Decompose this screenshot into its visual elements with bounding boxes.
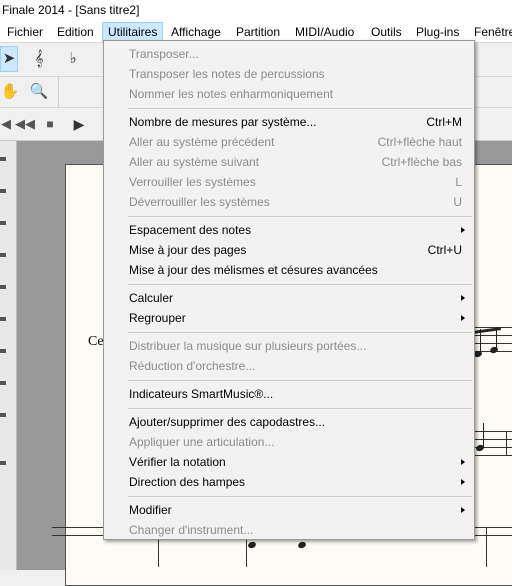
menu-item-mise-a-jour-des-pages[interactable]: Mise à jour des pages Ctrl+U xyxy=(104,240,474,260)
menu-separator xyxy=(128,216,472,217)
submenu-arrow-icon xyxy=(461,479,465,485)
menu-item-transposer[interactable]: Transposer... xyxy=(104,44,474,64)
menu-item-verifier-la-notation[interactable]: Vérifier la notation xyxy=(104,452,474,472)
menu-item-label: Mise à jour des pages xyxy=(129,243,247,257)
menu-item-label: Aller au système précédent xyxy=(129,135,275,149)
menu-item-calculer[interactable]: Calculer xyxy=(104,288,474,308)
menu-item-verrouiller-les-systemes[interactable]: Verrouiller les systèmes L xyxy=(104,172,474,192)
menu-outils[interactable]: Outils xyxy=(371,22,402,42)
menu-partition[interactable]: Partition xyxy=(236,22,280,42)
toolbar-divider xyxy=(58,77,59,107)
menu-item-label: Calculer xyxy=(129,291,174,305)
menu-plug-ins[interactable]: Plug-ins xyxy=(416,22,459,42)
palette-tool-icon[interactable] xyxy=(0,381,6,385)
menu-item-label: Ajouter/supprimer des capodastres... xyxy=(129,415,326,429)
menu-utilitaires[interactable]: Utilitaires xyxy=(102,22,164,42)
title-bar: Finale 2014 - [Sans titre2] xyxy=(0,0,512,22)
menu-item-indicateurs-smartmusic[interactable]: Indicateurs SmartMusic®... xyxy=(104,384,474,404)
palette-tool-icon[interactable] xyxy=(0,189,6,193)
menu-item-changer-d-instrument[interactable]: Changer d'instrument... xyxy=(104,520,474,540)
menu-separator xyxy=(128,284,472,285)
menu-separator xyxy=(128,380,472,381)
menu-separator xyxy=(128,108,472,109)
menu-item-regrouper[interactable]: Regrouper xyxy=(104,308,474,328)
step-back-icon[interactable]: ◀◀ xyxy=(14,114,36,134)
menu-item-mise-a-jour-des-melismes-et-cesures-avancees[interactable]: Mise à jour des mélismes et césures avan… xyxy=(104,260,474,280)
left-tool-palette xyxy=(0,141,17,570)
menu-item-transposer-les-notes-de-percussions[interactable]: Transposer les notes de percussions xyxy=(104,64,474,84)
menu-item-nombre-de-mesures-par-systeme[interactable]: Nombre de mesures par système... Ctrl+M xyxy=(104,112,474,132)
menu-item-label: Changer d'instrument... xyxy=(129,523,254,537)
menu-item-label: Appliquer une articulation... xyxy=(129,435,275,449)
menu-item-modifier[interactable]: Modifier xyxy=(104,500,474,520)
submenu-arrow-icon xyxy=(461,295,465,301)
menu-item-shortcut: Ctrl+U xyxy=(427,243,462,257)
menu-item-label: Réduction d'orchestre... xyxy=(129,359,256,373)
palette-tool-icon[interactable] xyxy=(0,221,6,225)
menu-item-label: Verrouiller les systèmes xyxy=(129,175,256,189)
menu-item-shortcut: Ctrl+M xyxy=(426,115,462,129)
menu-fichier[interactable]: Fichier xyxy=(7,22,43,42)
submenu-arrow-icon xyxy=(461,227,465,233)
menu-midi-audio[interactable]: MIDI/Audio xyxy=(295,22,354,42)
menu-item-direction-des-hampes[interactable]: Direction des hampes xyxy=(104,472,474,492)
score-text-fragment: Ce xyxy=(88,334,104,349)
palette-tool-icon[interactable] xyxy=(0,317,6,321)
menu-item-label: Direction des hampes xyxy=(129,475,246,489)
selection-tool-icon[interactable]: ➤ xyxy=(0,46,18,72)
menu-item-shortcut: Ctrl+flèche bas xyxy=(381,155,462,169)
menu-item-nommer-les-notes-enharmoniquement[interactable]: Nommer les notes enharmoniquement xyxy=(104,84,474,104)
menu-separator xyxy=(128,408,472,409)
menu-item-label: Distribuer la musique sur plusieurs port… xyxy=(129,339,367,353)
zoom-icon[interactable]: 🔍 xyxy=(28,81,50,103)
menu-item-label: Transposer les notes de percussions xyxy=(129,67,325,81)
menu-item-ajouter-supprimer-des-capodastres[interactable]: Ajouter/supprimer des capodastres... xyxy=(104,412,474,432)
menu-item-label: Indicateurs SmartMusic®... xyxy=(129,387,274,401)
submenu-arrow-icon xyxy=(461,459,465,465)
menu-separator xyxy=(128,496,472,497)
submenu-arrow-icon xyxy=(461,315,465,321)
menu-item-aller-au-systeme-precedent[interactable]: Aller au système précédent Ctrl+flèche ha… xyxy=(104,132,474,152)
menu-item-deverrouiller-les-systemes[interactable]: Déverrouiller les systèmes U xyxy=(104,192,474,212)
palette-tool-icon[interactable] xyxy=(0,413,6,417)
menu-item-label: Déverrouiller les systèmes xyxy=(129,195,270,209)
menu-item-reduction-d-orchestre[interactable]: Réduction d'orchestre... xyxy=(104,356,474,376)
menu-item-label: Nombre de mesures par système... xyxy=(129,115,317,129)
menu-item-label: Nommer les notes enharmoniquement xyxy=(129,87,334,101)
submenu-arrow-icon xyxy=(461,507,465,513)
play-icon[interactable]: ▶ xyxy=(70,114,88,134)
rewind-icon[interactable]: ◀ xyxy=(0,114,14,134)
menu-item-shortcut: L xyxy=(455,175,462,189)
menu-item-espacement-des-notes[interactable]: Espacement des notes xyxy=(104,220,474,240)
menu-separator xyxy=(128,332,472,333)
menu-affichage[interactable]: Affichage xyxy=(171,22,221,42)
utilitaires-dropdown-menu: Transposer... Transposer les notes de per… xyxy=(103,40,475,540)
menu-item-aller-au-systeme-suivant[interactable]: Aller au système suivant Ctrl+flèche bas xyxy=(104,152,474,172)
clef-tool-icon[interactable]: 𝄞 xyxy=(28,48,50,70)
menu-item-shortcut: Ctrl+flèche haut xyxy=(377,135,462,149)
palette-tool-icon[interactable] xyxy=(0,461,6,465)
menu-item-label: Vérifier la notation xyxy=(129,455,226,469)
menu-item-label: Mise à jour des mélismes et césures avan… xyxy=(129,263,378,277)
hand-grabber-icon[interactable]: ✋ xyxy=(0,81,20,103)
menu-item-distribuer-la-musique-sur-plusieurs-portees[interactable]: Distribuer la musique sur plusieurs port… xyxy=(104,336,474,356)
menu-item-label: Transposer... xyxy=(129,47,199,61)
menu-fenetre[interactable]: Fenêtre xyxy=(474,22,512,42)
menu-item-label: Modifier xyxy=(129,503,172,517)
menu-item-shortcut: U xyxy=(453,195,462,209)
menu-edition[interactable]: Edition xyxy=(57,22,94,42)
palette-tool-icon[interactable] xyxy=(0,285,6,289)
key-signature-tool-icon[interactable]: ♭ xyxy=(62,48,84,70)
window-title: Finale 2014 - [Sans titre2] xyxy=(2,3,140,17)
palette-tool-icon[interactable] xyxy=(0,253,6,257)
menu-item-appliquer-une-articulation[interactable]: Appliquer une articulation... xyxy=(104,432,474,452)
palette-tool-icon[interactable] xyxy=(0,349,6,353)
menu-item-label: Regrouper xyxy=(129,311,186,325)
menu-item-label: Aller au système suivant xyxy=(129,155,260,169)
palette-tool-icon[interactable] xyxy=(0,157,6,161)
stop-icon[interactable]: ■ xyxy=(42,114,58,134)
menu-item-label: Espacement des notes xyxy=(129,223,252,237)
